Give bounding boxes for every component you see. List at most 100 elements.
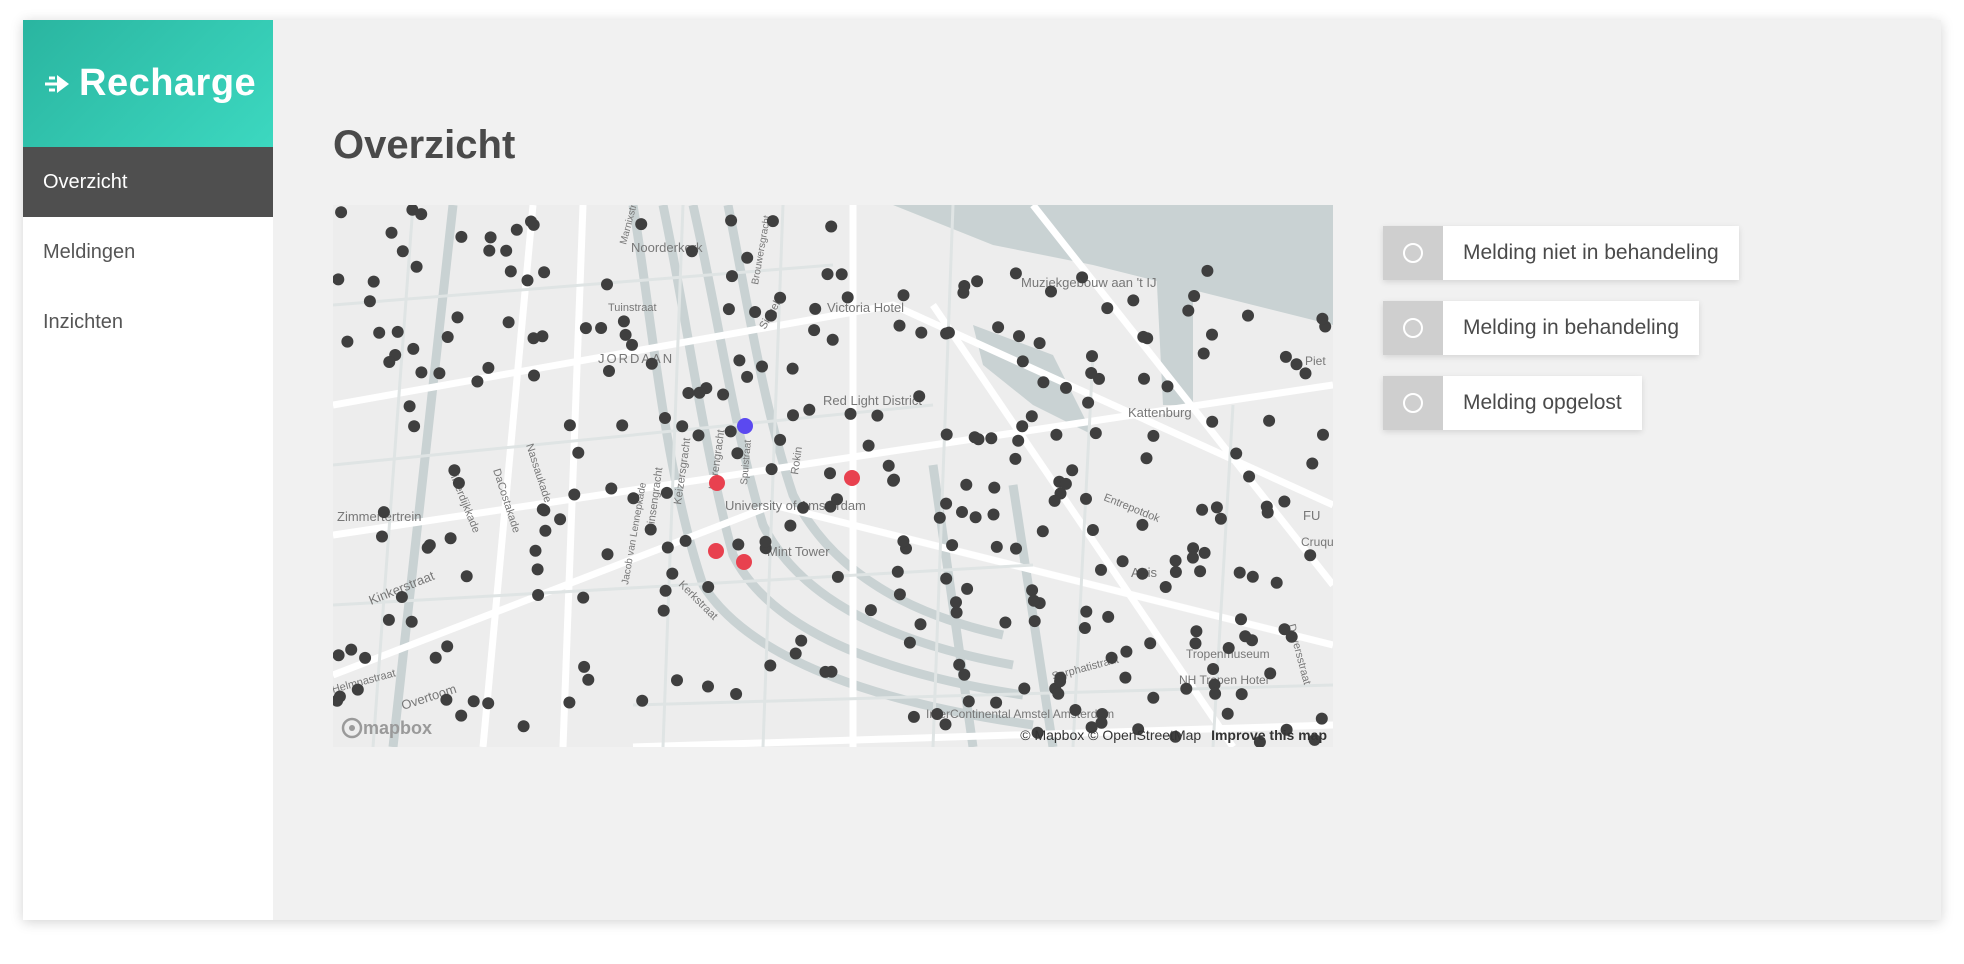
charging-point-marker[interactable]: [988, 481, 1001, 494]
charging-point-marker[interactable]: [1147, 429, 1160, 442]
charging-point-marker[interactable]: [527, 332, 540, 345]
charging-point-marker[interactable]: [1037, 376, 1050, 389]
legend-toggle[interactable]: [1383, 226, 1443, 280]
not-handled-marker[interactable]: [736, 554, 752, 570]
charging-point-marker[interactable]: [933, 511, 946, 524]
charging-point-marker[interactable]: [502, 316, 515, 329]
charging-point-marker[interactable]: [1209, 687, 1222, 700]
charging-point-marker[interactable]: [907, 710, 920, 723]
charging-point-marker[interactable]: [1009, 267, 1022, 280]
charging-point-marker[interactable]: [682, 387, 695, 399]
charging-point-marker[interactable]: [626, 338, 638, 351]
charging-point-marker[interactable]: [1207, 663, 1220, 675]
charging-point-marker[interactable]: [345, 643, 358, 656]
charging-point-marker[interactable]: [644, 523, 657, 536]
charging-point-marker[interactable]: [333, 690, 346, 703]
charging-point-marker[interactable]: [730, 688, 743, 700]
charging-point-marker[interactable]: [532, 589, 545, 601]
charging-point-marker[interactable]: [733, 354, 746, 367]
charging-point-marker[interactable]: [448, 464, 461, 477]
charging-point-marker[interactable]: [764, 659, 777, 672]
not-handled-marker[interactable]: [844, 470, 860, 486]
charging-point-marker[interactable]: [784, 519, 797, 532]
charging-point-marker[interactable]: [931, 708, 944, 720]
charging-point-marker[interactable]: [1102, 610, 1115, 623]
charging-point-marker[interactable]: [940, 497, 953, 510]
charging-point-marker[interactable]: [1105, 651, 1118, 664]
charging-point-marker[interactable]: [893, 319, 906, 332]
charging-point-marker[interactable]: [1078, 622, 1091, 634]
charging-point-marker[interactable]: [939, 718, 952, 731]
charging-point-marker[interactable]: [724, 425, 737, 438]
charging-point-marker[interactable]: [1197, 347, 1210, 360]
charging-point-marker[interactable]: [1235, 688, 1248, 701]
charging-point-marker[interactable]: [385, 226, 398, 239]
charging-point-marker[interactable]: [756, 360, 768, 373]
charging-point-marker[interactable]: [1026, 584, 1039, 597]
charging-point-marker[interactable]: [1025, 410, 1038, 423]
brand-logo[interactable]: Recharge: [23, 20, 273, 147]
charging-point-marker[interactable]: [408, 420, 421, 433]
charging-point-marker[interactable]: [825, 220, 838, 233]
charging-point-marker[interactable]: [968, 431, 981, 444]
charging-point-marker[interactable]: [1050, 428, 1063, 441]
charging-point-marker[interactable]: [1263, 414, 1276, 427]
charging-point-marker[interactable]: [455, 230, 468, 243]
charging-point-marker[interactable]: [460, 570, 473, 583]
charging-point-marker[interactable]: [504, 265, 517, 278]
charging-point-marker[interactable]: [992, 321, 1005, 334]
charging-point-marker[interactable]: [774, 291, 787, 304]
charging-point-marker[interactable]: [383, 356, 396, 368]
charging-point-marker[interactable]: [603, 365, 615, 377]
charging-point-marker[interactable]: [962, 695, 975, 708]
charging-point-marker[interactable]: [579, 322, 592, 335]
charging-point-marker[interactable]: [985, 432, 998, 445]
charging-point-marker[interactable]: [619, 328, 632, 341]
not-handled-marker[interactable]: [708, 543, 724, 559]
charging-point-marker[interactable]: [1198, 546, 1211, 559]
charging-point-marker[interactable]: [382, 613, 395, 626]
charging-point-marker[interactable]: [1095, 563, 1107, 576]
charging-point-marker[interactable]: [831, 493, 843, 506]
charging-point-marker[interactable]: [702, 581, 715, 593]
charging-point-marker[interactable]: [1194, 565, 1207, 578]
charging-point-marker[interactable]: [1278, 495, 1291, 508]
mapbox-logo[interactable]: mapbox: [341, 717, 432, 739]
charging-point-marker[interactable]: [1080, 492, 1092, 505]
charging-point-marker[interactable]: [636, 694, 649, 707]
charging-point-marker[interactable]: [441, 640, 454, 653]
charging-point-marker[interactable]: [786, 362, 799, 375]
charging-point-marker[interactable]: [1033, 337, 1046, 350]
charging-point-marker[interactable]: [1278, 623, 1291, 636]
charging-point-marker[interactable]: [572, 446, 585, 459]
charging-point-marker[interactable]: [1136, 567, 1149, 580]
charging-point-marker[interactable]: [1082, 396, 1095, 409]
charging-point-marker[interactable]: [717, 388, 730, 401]
attribution-text[interactable]: © Mapbox © OpenStreetMap: [1020, 727, 1201, 743]
charging-point-marker[interactable]: [1306, 457, 1319, 470]
charging-point-marker[interactable]: [517, 720, 530, 733]
charging-point-marker[interactable]: [421, 541, 434, 554]
charging-point-marker[interactable]: [1127, 294, 1140, 307]
charging-point-marker[interactable]: [660, 486, 673, 499]
charging-point-marker[interactable]: [987, 508, 1000, 521]
charging-point-marker[interactable]: [888, 473, 900, 486]
charging-point-marker[interactable]: [821, 268, 834, 281]
charging-point-marker[interactable]: [407, 342, 420, 355]
charging-point-marker[interactable]: [957, 286, 970, 299]
charging-point-marker[interactable]: [942, 326, 955, 339]
charging-point-marker[interactable]: [732, 538, 745, 551]
charging-point-marker[interactable]: [563, 696, 576, 709]
charging-point-marker[interactable]: [1101, 302, 1114, 315]
charging-point-marker[interactable]: [415, 208, 428, 221]
charging-point-marker[interactable]: [960, 478, 973, 491]
charging-point-marker[interactable]: [377, 506, 390, 519]
sidebar-item-overzicht[interactable]: Overzicht: [23, 147, 273, 217]
charging-point-marker[interactable]: [563, 419, 576, 432]
charging-point-marker[interactable]: [1290, 358, 1303, 371]
charging-point-marker[interactable]: [692, 429, 705, 442]
charging-point-marker[interactable]: [1137, 330, 1150, 343]
charging-point-marker[interactable]: [824, 467, 836, 480]
charging-point-marker[interactable]: [351, 683, 364, 696]
charging-point-marker[interactable]: [1147, 691, 1160, 704]
